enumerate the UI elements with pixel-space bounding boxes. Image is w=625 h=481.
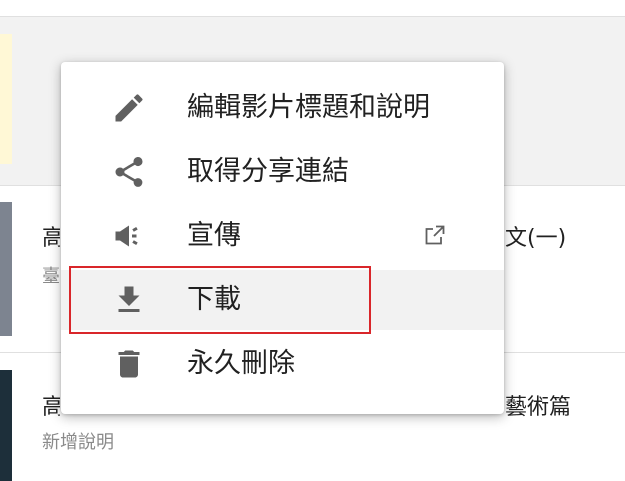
menu-item-delete-forever[interactable]: 永久刪除 [61, 334, 504, 394]
video-options-menu: 編輯影片標題和說明 取得分享連結 宣傳 下載 永久刪除 [61, 62, 504, 414]
video-title-continued[interactable]: 文(一) [505, 220, 566, 252]
pencil-icon [111, 90, 147, 126]
menu-item-label: 編輯影片標題和說明 [187, 92, 430, 123]
menu-item-promote[interactable]: 宣傳 [61, 206, 504, 266]
megaphone-icon [111, 218, 147, 254]
menu-item-label: 永久刪除 [187, 348, 295, 379]
menu-item-share-link[interactable]: 取得分享連結 [61, 142, 504, 202]
list-row-top [0, 0, 625, 17]
highlight-box [69, 266, 371, 334]
add-description-link[interactable]: 新增說明 [42, 428, 114, 454]
menu-item-label: 宣傳 [187, 220, 241, 251]
menu-item-label: 取得分享連結 [187, 156, 349, 187]
video-thumbnail[interactable] [0, 370, 12, 481]
video-thumbnail[interactable] [0, 202, 12, 336]
video-title[interactable]: 高 [42, 389, 60, 421]
video-title[interactable]: 高 [42, 220, 60, 252]
menu-item-edit-title[interactable]: 編輯影片標題和說明 [61, 78, 504, 138]
video-title-continued[interactable]: 藝術篇 [505, 389, 571, 421]
video-description: 臺 [42, 266, 60, 287]
open-external-icon [423, 223, 447, 247]
trash-icon [111, 346, 147, 382]
video-thumbnail[interactable] [0, 34, 12, 164]
share-icon [111, 154, 147, 190]
